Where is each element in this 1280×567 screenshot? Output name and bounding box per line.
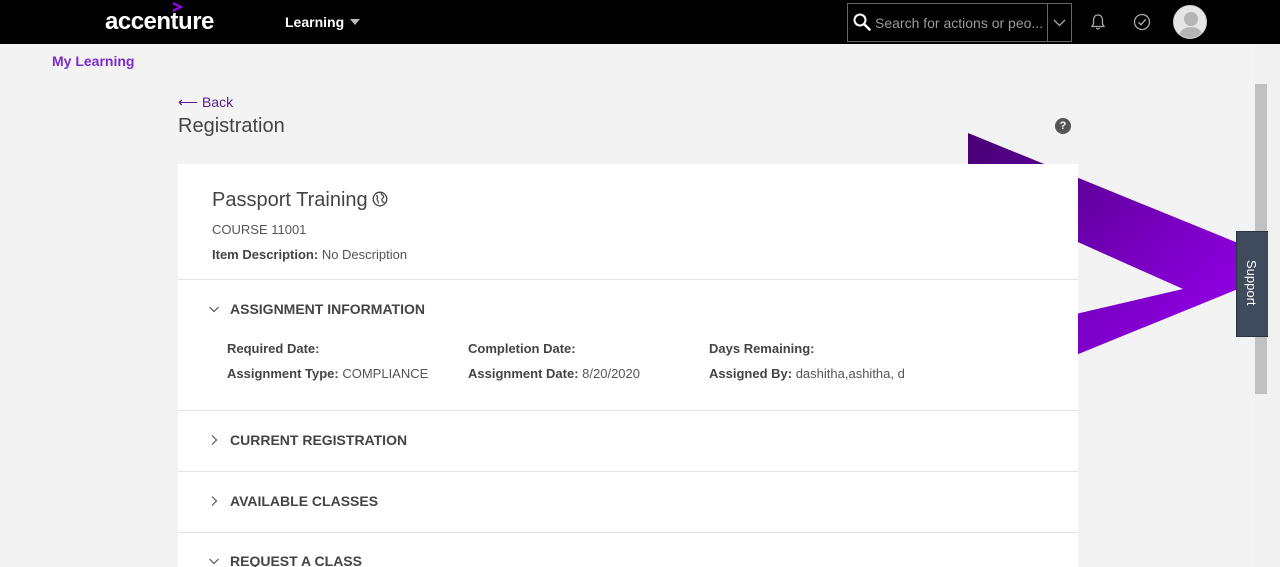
field-value: COMPLIANCE bbox=[342, 366, 429, 381]
outer-scrollbar[interactable] bbox=[1268, 44, 1280, 567]
item-description-value: No Description bbox=[321, 247, 408, 262]
chevron-down-icon[interactable] bbox=[1048, 4, 1071, 41]
logo-chevron-icon bbox=[173, 2, 183, 12]
search-input[interactable]: Search for actions or peo... bbox=[875, 15, 1045, 31]
divider bbox=[178, 471, 1078, 472]
search-icon[interactable] bbox=[853, 13, 871, 31]
page-title: Registration bbox=[178, 115, 285, 137]
back-label: Back bbox=[201, 94, 234, 110]
check-circle-icon[interactable] bbox=[1133, 13, 1151, 31]
course-title: Passport Training bbox=[212, 189, 368, 211]
divider bbox=[178, 279, 1078, 280]
chevron-down-icon bbox=[209, 306, 219, 313]
section-available-classes[interactable]: AVAILABLE CLASSES bbox=[208, 493, 378, 509]
chevron-down-icon bbox=[209, 558, 219, 565]
completion-date-field: Completion Date: bbox=[468, 341, 576, 356]
caret-down-icon bbox=[350, 19, 361, 25]
back-arrow-icon: ⟵ bbox=[178, 94, 199, 110]
item-description-label: Item Description: bbox=[212, 247, 319, 262]
item-description: Item Description: No Description bbox=[212, 247, 407, 262]
field-label: Required Date: bbox=[227, 341, 320, 356]
avatar[interactable] bbox=[1173, 5, 1207, 39]
learning-menu[interactable]: Learning bbox=[285, 14, 361, 30]
field-value: dashitha,ashitha, d bbox=[795, 366, 905, 381]
field-value: 8/20/2020 bbox=[582, 366, 640, 381]
section-label: REQUEST A CLASS bbox=[230, 553, 362, 567]
field-label: Assignment Date: bbox=[468, 366, 579, 381]
course-card: Passport Training COURSE 11001 Item Desc… bbox=[178, 164, 1078, 567]
globe-icon bbox=[372, 191, 388, 207]
field-label: Completion Date: bbox=[468, 341, 576, 356]
chevron-right-icon bbox=[211, 435, 218, 445]
field-label: Assigned By: bbox=[709, 366, 793, 381]
section-label: AVAILABLE CLASSES bbox=[230, 493, 379, 509]
support-tab[interactable]: Support bbox=[1236, 231, 1268, 337]
user-silhouette-icon bbox=[1174, 6, 1206, 38]
assignment-date-field: Assignment Date: 8/20/2020 bbox=[468, 366, 640, 381]
accenture-logo[interactable]: accenture bbox=[105, 8, 214, 36]
section-label: CURRENT REGISTRATION bbox=[230, 432, 408, 448]
search-box[interactable]: Search for actions or peo... bbox=[847, 3, 1072, 42]
chevron-right-icon bbox=[211, 496, 218, 506]
field-label: Days Remaining: bbox=[709, 341, 815, 356]
required-date-field: Required Date: bbox=[227, 341, 319, 356]
top-bar: accenture Learning Search for actions or… bbox=[0, 0, 1280, 44]
field-label: Assignment Type: bbox=[227, 366, 339, 381]
back-link[interactable]: ⟵ Back bbox=[178, 94, 233, 111]
support-label: Support bbox=[1244, 260, 1259, 306]
bell-icon[interactable] bbox=[1089, 13, 1107, 31]
section-label: ASSIGNMENT INFORMATION bbox=[230, 301, 425, 317]
learning-menu-label: Learning bbox=[285, 14, 345, 30]
divider bbox=[178, 410, 1078, 411]
days-remaining-field: Days Remaining: bbox=[709, 341, 814, 356]
my-learning-link[interactable]: My Learning bbox=[52, 53, 134, 69]
section-current-registration[interactable]: CURRENT REGISTRATION bbox=[208, 432, 407, 448]
section-assignment-information[interactable]: ASSIGNMENT INFORMATION bbox=[208, 301, 425, 317]
help-icon[interactable]: ? bbox=[1055, 118, 1071, 134]
divider bbox=[178, 532, 1078, 533]
section-request-a-class[interactable]: REQUEST A CLASS bbox=[208, 553, 362, 567]
assigned-by-field: Assigned By: dashitha,ashitha, d bbox=[709, 366, 905, 381]
assignment-type-field: Assignment Type: COMPLIANCE bbox=[227, 366, 428, 381]
course-code: COURSE 11001 bbox=[212, 222, 307, 237]
